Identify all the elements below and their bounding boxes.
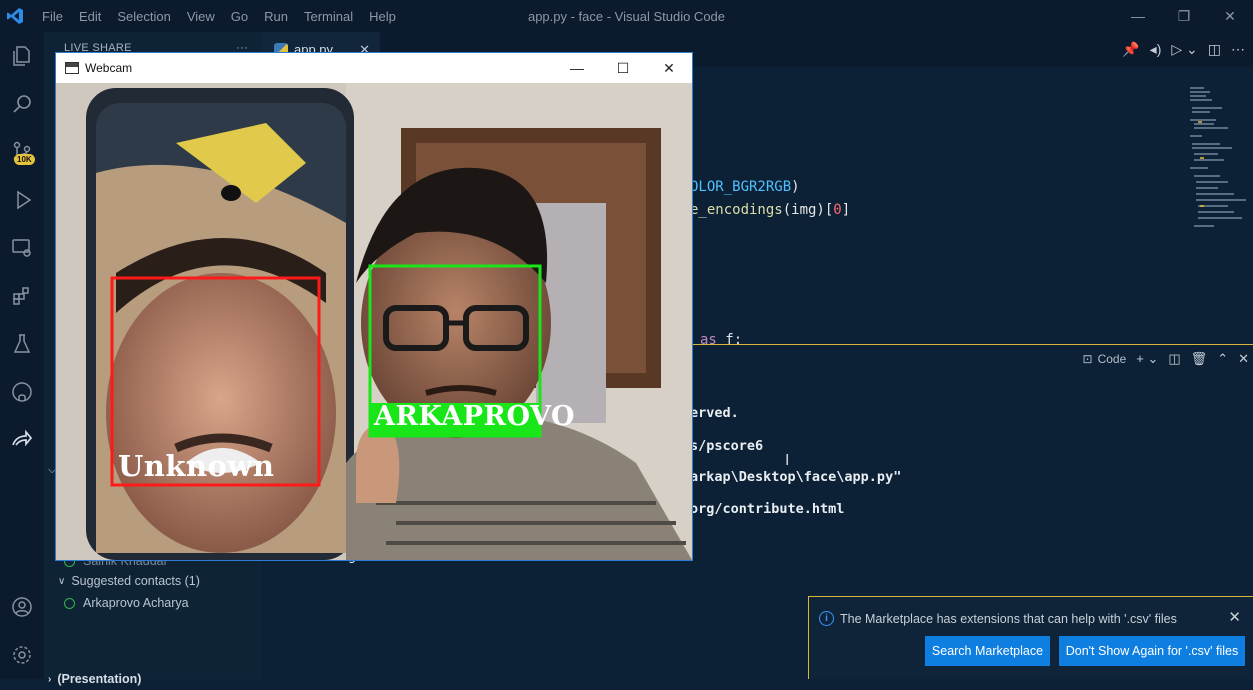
webcam-window[interactable]: Webcam — ☐ ✕ Unknown ARKAPROVO — [56, 53, 692, 560]
menu-view[interactable]: View — [179, 9, 223, 24]
live-share-icon[interactable] — [0, 416, 44, 464]
broadcast-icon[interactable]: ◂) — [1150, 41, 1162, 58]
more-actions-icon[interactable]: ⋯ — [1231, 41, 1245, 58]
terminal-name: Code — [1097, 352, 1127, 366]
trash-icon[interactable]: 🗑 — [1191, 351, 1208, 367]
webcam-feed: Unknown ARKAPROVO — [56, 83, 692, 560]
menu-run[interactable]: Run — [256, 9, 296, 24]
new-terminal-icon[interactable]: + ⌄ — [1136, 351, 1158, 367]
maximize-icon[interactable]: ☐ — [600, 53, 646, 83]
window-controls: — ❐ ✕ — [1115, 0, 1253, 32]
menu-terminal[interactable]: Terminal — [296, 9, 361, 24]
webcam-title: Webcam — [85, 61, 133, 75]
menu-edit[interactable]: Edit — [71, 9, 109, 24]
chevron-right-icon: › — [48, 673, 52, 685]
search-marketplace-button[interactable]: Search Marketplace — [925, 636, 1050, 666]
online-status-icon — [64, 597, 75, 609]
minimize-icon[interactable]: — — [554, 53, 600, 83]
menu-file[interactable]: File — [34, 9, 71, 24]
notification-message: i The Marketplace has extensions that ca… — [819, 611, 1177, 626]
menu-bar: File Edit Selection View Go Run Terminal… — [34, 9, 404, 24]
terminal-line: s/pscore6 — [690, 438, 764, 454]
accounts-icon[interactable] — [0, 583, 44, 631]
maximize-panel-icon[interactable]: ⌃ — [1217, 351, 1228, 367]
code-line: e_encodings(img)[0] — [690, 202, 851, 218]
suggested-contacts-header: Suggested contacts (1) — [71, 574, 200, 588]
terminal-line: erved. — [690, 405, 739, 421]
terminal-line: org/contribute.html — [690, 501, 845, 517]
contact-name: Arkaprovo Acharya — [83, 596, 189, 610]
terminal-icon: ⊡ — [1082, 352, 1093, 366]
activity-bottom — [0, 583, 44, 679]
vscode-logo-icon — [0, 0, 30, 32]
search-icon[interactable] — [0, 80, 44, 128]
testing-icon[interactable] — [0, 320, 44, 368]
source-control-icon[interactable]: 10K — [0, 128, 44, 176]
split-editor-icon[interactable]: ◫ — [1208, 41, 1221, 58]
settings-gear-icon[interactable] — [0, 631, 44, 679]
menu-go[interactable]: Go — [223, 9, 256, 24]
close-panel-icon[interactable]: ✕ — [1238, 351, 1249, 367]
close-notification-icon[interactable]: ✕ — [1228, 608, 1241, 626]
marketplace-notification: i The Marketplace has extensions that ca… — [808, 596, 1253, 679]
code-line: OLOR_BGR2RGB) — [690, 179, 800, 195]
chevron-down-icon: ∨ — [58, 575, 66, 587]
dont-show-again-button[interactable]: Don't Show Again for '.csv' files — [1059, 636, 1245, 666]
close-icon[interactable]: ✕ — [1207, 0, 1253, 32]
source-control-badge: 10K — [14, 154, 35, 165]
title-bar: File Edit Selection View Go Run Terminal… — [0, 0, 1253, 32]
info-icon: i — [819, 611, 834, 626]
extensions-icon[interactable] — [0, 272, 44, 320]
close-icon[interactable]: ✕ — [646, 53, 692, 83]
restore-icon[interactable]: ❐ — [1161, 0, 1207, 32]
minimize-icon[interactable]: — — [1115, 0, 1161, 32]
suggested-contacts-group[interactable]: ∨ Suggested contacts (1) — [44, 570, 276, 592]
run-file-icon[interactable]: ▷ ⌄ — [1171, 41, 1197, 58]
terminal-selector[interactable]: ⊡ Code — [1083, 352, 1127, 366]
explorer-icon[interactable] — [0, 32, 44, 80]
pin-icon[interactable]: 📌 — [1122, 41, 1139, 58]
presentation-label: (Presentation) — [57, 672, 142, 686]
presentation-group[interactable]: › (Presentation) — [44, 668, 266, 690]
webcam-window-controls: — ☐ ✕ — [554, 53, 692, 83]
contact-item[interactable]: Arkaprovo Acharya — [44, 592, 282, 614]
panel-actions: ⊡ Code + ⌄ ◫ 🗑 ⌃ ✕ — [1083, 351, 1249, 367]
webcam-frame-image — [56, 83, 692, 560]
activity-bar: 10K — [0, 32, 44, 679]
face-label-known: ARKAPROVO — [374, 401, 575, 432]
notification-text: The Marketplace has extensions that can … — [840, 611, 1177, 626]
minimap[interactable] — [1190, 87, 1252, 252]
menu-help[interactable]: Help — [361, 9, 404, 24]
face-label-unknown: Unknown — [118, 449, 275, 483]
github-icon[interactable] — [0, 368, 44, 416]
window-app-icon — [65, 62, 79, 74]
run-debug-icon[interactable] — [0, 176, 44, 224]
terminal-line: arkap\Desktop\face\app.py" — [690, 469, 902, 485]
webcam-title-bar[interactable]: Webcam — ☐ ✕ — [56, 53, 692, 83]
editor-actions: 📌 ◂) ▷ ⌄ ◫ ⋯ — [1122, 32, 1245, 67]
split-terminal-icon[interactable]: ◫ — [1168, 351, 1180, 367]
menu-selection[interactable]: Selection — [109, 9, 178, 24]
remote-explorer-icon[interactable] — [0, 224, 44, 272]
text-cursor-icon: I — [785, 452, 790, 469]
